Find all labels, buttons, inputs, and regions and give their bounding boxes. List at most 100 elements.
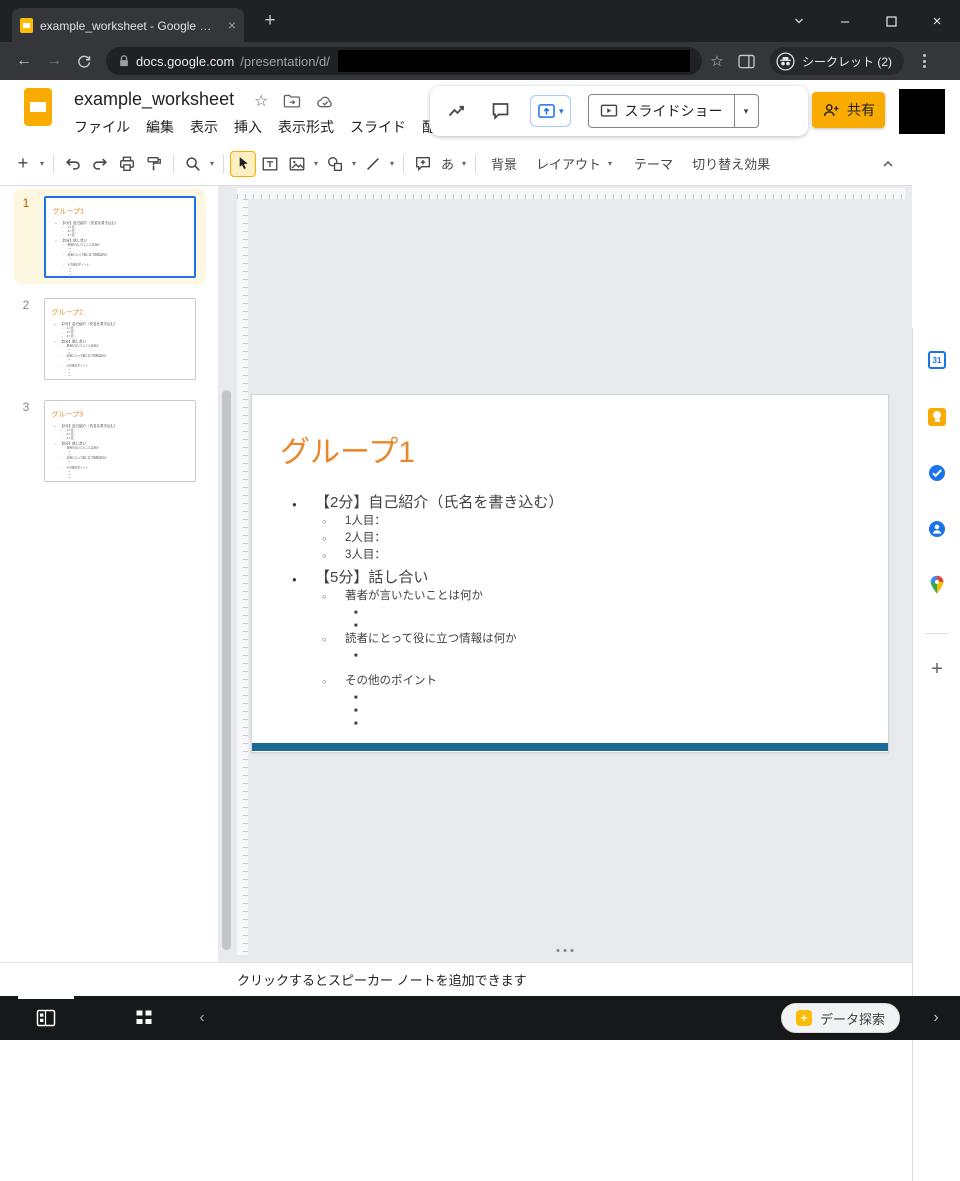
layout-label: レイアウト xyxy=(536,154,601,173)
thumb-bullets: 【2分】自己紹介（氏名を書き込む）1人目：2人目：3人目：【5分】話し合い著者が… xyxy=(53,423,186,479)
expand-side-panel-icon[interactable]: › xyxy=(926,1009,946,1027)
bookmark-star-icon[interactable]: ☆ xyxy=(704,52,730,70)
transition-button[interactable]: 切り替え効果 xyxy=(683,151,779,177)
slide-canvas-area: グループ1 【2分】自己紹介（氏名を書き込む）1人目：2人目：3人目：【5分】話… xyxy=(218,186,912,962)
present-to-meeting-button[interactable]: ▾ xyxy=(530,95,571,127)
bullet-line: 3人目： xyxy=(288,547,860,564)
image-caret-icon[interactable]: ▾ xyxy=(311,159,321,168)
menu-file[interactable]: ファイル xyxy=(66,117,138,137)
explore-icon: + xyxy=(796,1010,812,1026)
incognito-icon xyxy=(776,52,795,71)
new-slide-caret-icon[interactable]: ▾ xyxy=(37,159,47,168)
get-addons-icon[interactable]: + xyxy=(913,658,960,681)
profile-avatar[interactable] xyxy=(899,89,945,134)
slideshow-button[interactable]: スライドショー ▾ xyxy=(588,94,759,128)
slide-thumbnail-2[interactable]: グループ2 【2分】自己紹介（氏名を書き込む）1人目：2人目：3人目：【5分】話… xyxy=(44,298,196,380)
filmstrip-view-icon[interactable] xyxy=(32,1004,60,1032)
slide-thumbnail-1[interactable]: グループ1 【2分】自己紹介（氏名を書き込む）1人目：2人目：3人目：【5分】話… xyxy=(44,196,196,278)
insert-shape-icon[interactable] xyxy=(322,151,348,177)
move-folder-icon[interactable] xyxy=(283,93,301,109)
menu-slide[interactable]: スライド xyxy=(342,117,414,137)
background-button[interactable]: 背景 xyxy=(482,151,526,177)
zoom-caret-icon[interactable]: ▾ xyxy=(207,159,217,168)
maps-icon[interactable] xyxy=(927,575,947,595)
tab-close-button[interactable]: × xyxy=(228,18,236,32)
bullet-line xyxy=(288,703,860,716)
paint-format-icon[interactable] xyxy=(141,151,167,177)
text-style-tool[interactable]: あ xyxy=(437,151,458,177)
print-icon[interactable] xyxy=(114,151,140,177)
close-window-button[interactable]: × xyxy=(914,0,960,42)
current-slide[interactable]: グループ1 【2分】自己紹介（氏名を書き込む）1人目：2人目：3人目：【5分】話… xyxy=(251,394,889,753)
bullet-line xyxy=(288,648,860,661)
share-button[interactable]: 共有 xyxy=(812,92,885,128)
menu-edit[interactable]: 編集 xyxy=(138,117,182,137)
bullet-line: その他のポイント xyxy=(288,673,860,690)
tasks-icon[interactable] xyxy=(927,463,947,483)
canvas-scrollbar[interactable] xyxy=(222,390,231,950)
slide-body[interactable]: 【2分】自己紹介（氏名を書き込む）1人目：2人目：3人目：【5分】話し合い著者が… xyxy=(288,489,860,729)
explore-label: データ探索 xyxy=(820,1009,885,1028)
minimize-button[interactable]: – xyxy=(822,0,868,42)
calendar-icon[interactable]: 31 xyxy=(927,350,947,370)
text-style-caret-icon[interactable]: ▾ xyxy=(459,159,469,168)
slide-title[interactable]: グループ1 xyxy=(280,427,415,471)
bullet-line: 3人目： xyxy=(54,233,187,237)
browser-titlebar: example_worksheet - Google スライド × + – × xyxy=(0,0,960,42)
reload-icon[interactable] xyxy=(70,47,98,75)
line-caret-icon[interactable]: ▾ xyxy=(387,159,397,168)
thumb-slide-title: グループ2 xyxy=(52,306,83,316)
bullet-line: 【2分】自己紹介（氏名を書き込む） xyxy=(288,492,860,513)
collapse-filmstrip-icon[interactable]: ‹ xyxy=(192,1009,212,1027)
theme-button[interactable]: テーマ xyxy=(625,151,682,177)
grid-view-icon[interactable] xyxy=(130,1004,158,1032)
collapse-menus-icon[interactable] xyxy=(874,157,902,171)
new-tab-button[interactable]: + xyxy=(258,10,282,32)
notes-resize-handle[interactable] xyxy=(557,949,574,952)
select-tool-icon[interactable] xyxy=(230,151,256,177)
menu-view[interactable]: 表示 xyxy=(182,117,226,137)
forward-icon[interactable]: → xyxy=(40,47,68,75)
undo-icon[interactable] xyxy=(60,151,86,177)
comment-history-icon[interactable] xyxy=(487,98,513,124)
bullet-line: 3人目： xyxy=(53,436,186,440)
document-title[interactable]: example_worksheet xyxy=(74,89,234,110)
tab-search-icon[interactable] xyxy=(776,0,822,42)
explore-button[interactable]: + データ探索 xyxy=(781,1003,900,1033)
zoom-icon[interactable] xyxy=(180,151,206,177)
side-panel: 31 + xyxy=(912,328,960,1181)
present-caret-icon[interactable]: ▾ xyxy=(559,106,564,117)
main-area: 1 グループ1 【2分】自己紹介（氏名を書き込む）1人目：2人目：3人目：【5分… xyxy=(0,186,960,962)
menu-format[interactable]: 表示形式 xyxy=(270,117,342,137)
insert-image-icon[interactable] xyxy=(284,151,310,177)
app-header: example_worksheet ☆ ファイル 編集 表示 挿入 表示形式 ス… xyxy=(0,80,960,142)
slide-thumbnail-3[interactable]: グループ3 【2分】自己紹介（氏名を書き込む）1人目：2人目：3人目：【5分】話… xyxy=(44,400,196,482)
browser-tab[interactable]: example_worksheet - Google スライド × xyxy=(12,8,244,42)
bullet-line: 3人目： xyxy=(53,334,186,338)
new-slide-button[interactable]: + xyxy=(10,151,36,177)
browser-menu-icon[interactable] xyxy=(912,54,936,68)
back-icon[interactable]: ← xyxy=(10,47,38,75)
text-box-icon[interactable] xyxy=(257,151,283,177)
slides-logo[interactable] xyxy=(24,88,52,126)
layout-button[interactable]: レイアウト ▾ xyxy=(527,151,624,177)
insert-line-icon[interactable] xyxy=(360,151,386,177)
speaker-notes-placeholder: クリックするとスピーカー ノートを追加できます xyxy=(237,970,527,989)
maximize-button[interactable] xyxy=(868,0,914,42)
star-document-icon[interactable]: ☆ xyxy=(254,91,268,111)
menu-insert[interactable]: 挿入 xyxy=(226,117,270,137)
activity-trending-icon[interactable] xyxy=(444,98,470,124)
keep-icon[interactable] xyxy=(927,407,947,427)
redo-icon[interactable] xyxy=(87,151,113,177)
speaker-notes[interactable]: クリックするとスピーカー ノートを追加できます xyxy=(0,962,912,996)
slideshow-caret-icon[interactable]: ▾ xyxy=(734,94,758,128)
cloud-status-icon[interactable] xyxy=(316,94,335,109)
url-input[interactable]: docs.google.com/presentation/d/ xyxy=(106,47,702,75)
side-panel-icon[interactable] xyxy=(732,47,760,75)
lock-icon xyxy=(118,54,130,68)
shape-caret-icon[interactable]: ▾ xyxy=(349,159,359,168)
thumb-slide-title: グループ1 xyxy=(53,205,84,215)
contacts-icon[interactable] xyxy=(927,519,947,539)
insert-comment-icon[interactable] xyxy=(410,151,436,177)
side-panel-divider xyxy=(925,633,949,634)
